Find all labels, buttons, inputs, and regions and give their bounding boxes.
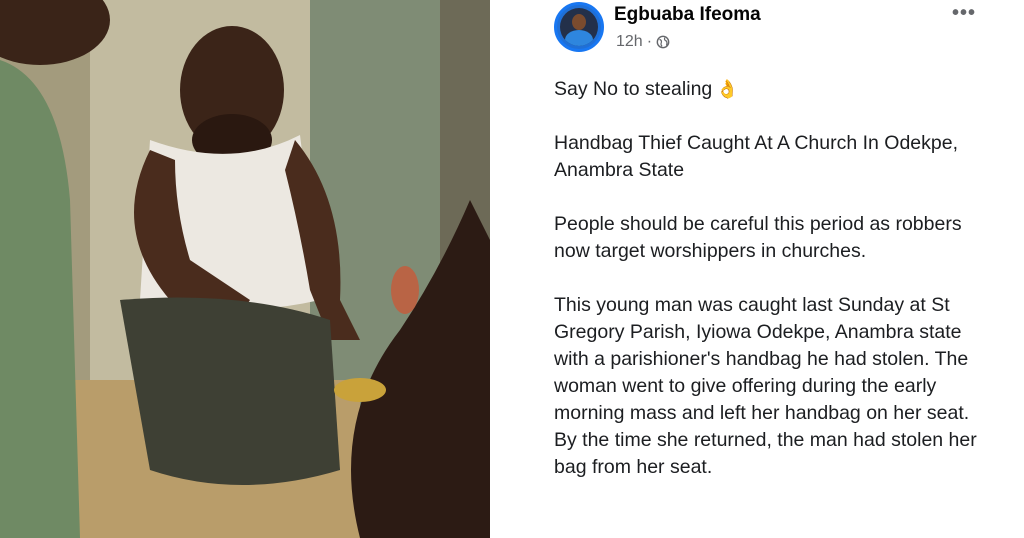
post-meta: 12h · <box>616 33 670 51</box>
avatar-image <box>560 8 598 46</box>
more-options-icon[interactable]: ••• <box>952 2 976 25</box>
post-body: Say No to stealing 👌 Handbag Thief Caught… <box>554 76 994 481</box>
author-name[interactable]: Egbuaba Ifeoma <box>614 4 761 26</box>
divider <box>490 0 528 538</box>
post-photo[interactable] <box>0 0 490 538</box>
meta-separator: · <box>646 33 653 50</box>
post-paragraph: People should be careful this period as … <box>554 213 962 262</box>
ok-hand-emoji-icon: 👌 <box>716 79 739 99</box>
post-paragraph: Handbag Thief Caught At A Church In Odek… <box>554 132 958 181</box>
post-header: Egbuaba Ifeoma 12h · ••• <box>554 0 1014 60</box>
avatar[interactable] <box>554 2 604 52</box>
post-paragraph: This young man was caught last Sunday at… <box>554 294 977 478</box>
facebook-post: Egbuaba Ifeoma 12h · ••• Say No to steal… <box>528 0 1024 538</box>
post-time[interactable]: 12h <box>616 33 643 51</box>
globe-icon[interactable] <box>656 35 670 49</box>
photo-illustration <box>0 0 490 538</box>
post-paragraph: Say No to stealing 👌 <box>554 76 994 103</box>
